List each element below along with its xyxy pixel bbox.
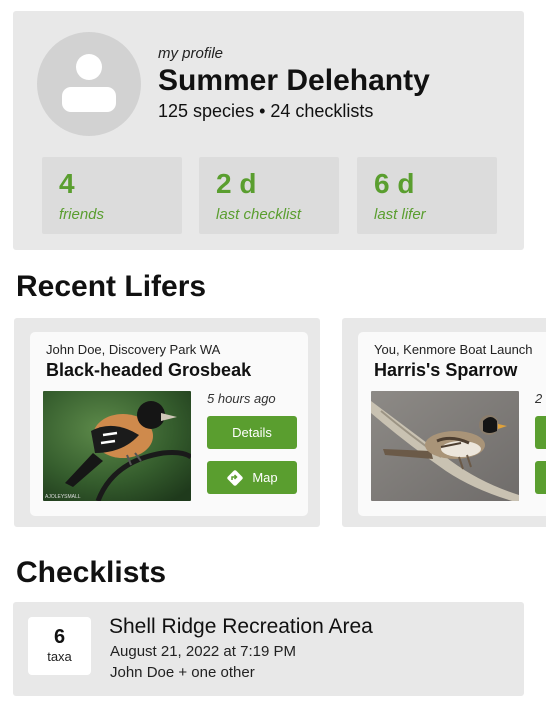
profile-name: Summer Delehanty bbox=[158, 64, 430, 97]
stat-friends[interactable]: 4 friends bbox=[42, 157, 182, 234]
map-button[interactable]: Map bbox=[207, 461, 297, 494]
map-button[interactable] bbox=[535, 461, 546, 494]
lifer-card[interactable]: John Doe, Discovery Park WA Black-headed… bbox=[14, 318, 320, 527]
map-button-label: Map bbox=[252, 470, 278, 485]
profile-subtitle: my profile bbox=[158, 45, 224, 62]
stat-last-checklist[interactable]: 2 d last checklist bbox=[199, 157, 339, 234]
stat-last-lifer[interactable]: 6 d last lifer bbox=[357, 157, 497, 234]
stat-value: 2 d bbox=[216, 168, 257, 199]
stat-label: last checklist bbox=[216, 206, 302, 223]
lifer-time: 5 hours ago bbox=[207, 391, 276, 406]
lifer-species: Black-headed Grosbeak bbox=[46, 360, 252, 380]
taxa-label: taxa bbox=[47, 649, 72, 664]
taxa-badge: 6 taxa bbox=[28, 617, 91, 675]
lifer-photo[interactable] bbox=[371, 391, 519, 501]
lifer-card[interactable]: You, Kenmore Boat Launch Harris's Sparro… bbox=[342, 318, 546, 527]
stat-label: friends bbox=[59, 206, 105, 223]
lifer-photo[interactable]: AJOLEYSMALL bbox=[43, 391, 191, 501]
details-button-label: Details bbox=[232, 425, 272, 440]
stat-value: 4 bbox=[59, 168, 75, 199]
lifers-carousel[interactable]: John Doe, Discovery Park WA Black-headed… bbox=[0, 318, 546, 528]
photo-credit: AJOLEYSMALL bbox=[45, 494, 81, 500]
lifer-card-inner: You, Kenmore Boat Launch Harris's Sparro… bbox=[358, 332, 546, 516]
checklists-heading: Checklists bbox=[16, 556, 167, 589]
stat-value: 6 d bbox=[374, 168, 415, 199]
stat-label: last lifer bbox=[374, 206, 426, 223]
details-button[interactable] bbox=[535, 416, 546, 449]
grosbeak-photo: AJOLEYSMALL bbox=[43, 391, 191, 501]
avatar[interactable] bbox=[37, 32, 141, 136]
lifer-species: Harris's Sparrow bbox=[374, 360, 518, 380]
sparrow-photo bbox=[371, 391, 519, 501]
lifer-time: 2 bbox=[535, 391, 543, 406]
lifer-location: John Doe, Discovery Park WA bbox=[46, 342, 221, 357]
recent-lifers-heading: Recent Lifers bbox=[16, 270, 207, 303]
details-button[interactable]: Details bbox=[207, 416, 297, 449]
user-icon bbox=[62, 54, 116, 112]
checklist-item[interactable]: 6 taxa Shell Ridge Recreation Area Augus… bbox=[13, 602, 524, 696]
profile-card: my profile Summer Delehanty 125 species … bbox=[13, 11, 524, 250]
directions-icon bbox=[227, 469, 244, 486]
lifer-card-inner: John Doe, Discovery Park WA Black-headed… bbox=[30, 332, 308, 516]
lifer-location: You, Kenmore Boat Launch bbox=[374, 342, 533, 357]
checklist-date: August 21, 2022 at 7:19 PM bbox=[110, 643, 296, 660]
checklist-title: Shell Ridge Recreation Area bbox=[109, 615, 373, 638]
checklist-people: John Doe + one other bbox=[110, 664, 255, 681]
profile-summary: 125 species • 24 checklists bbox=[158, 101, 374, 121]
taxa-count: 6 bbox=[53, 626, 66, 648]
